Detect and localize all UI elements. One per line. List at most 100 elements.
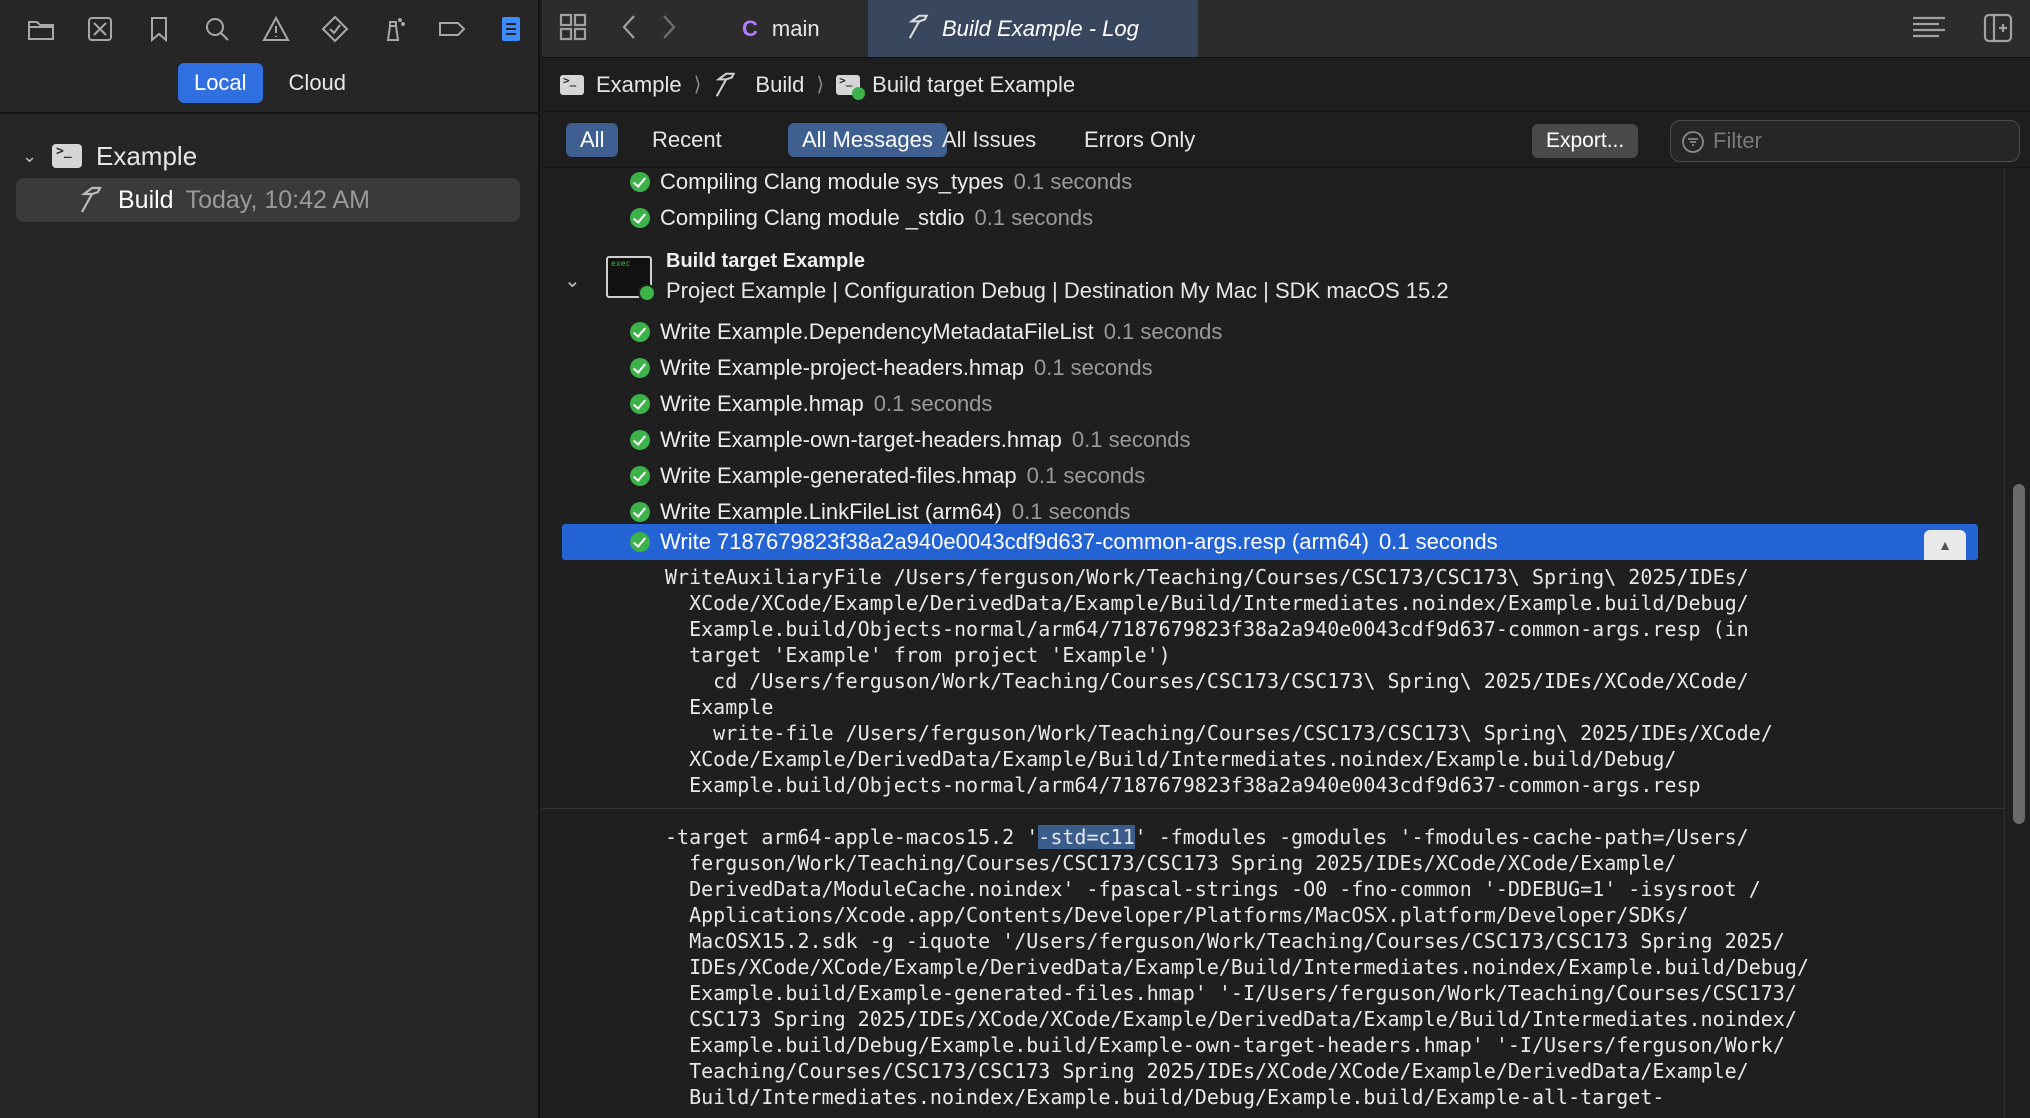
warning-icon[interactable] — [247, 0, 306, 58]
log-row-duration: 0.1 seconds — [1011, 499, 1131, 524]
log-filter-bar: All Recent All Messages All Issues Error… — [542, 112, 2030, 168]
args-rest: ' -fmodules -gmodules '-fmodules-cache-p… — [689, 825, 1809, 1109]
navigator-toolbar — [0, 0, 540, 58]
log-row[interactable]: Write Example-generated-files.hmap 0.1 se… — [542, 458, 2004, 494]
local-scope-button[interactable]: Local — [177, 63, 263, 103]
log-row-duration: 0.1 seconds — [1026, 463, 1146, 488]
jumpbar-target[interactable]: Build target Example — [836, 71, 1076, 100]
terminal-app-icon — [52, 144, 82, 168]
back-arrow-icon[interactable] — [620, 12, 640, 47]
log-row-text: Write 7187679823f38a2a940e0043cdf9d637-c… — [660, 529, 1369, 554]
target-icon — [836, 74, 866, 100]
collapse-transcript-button[interactable]: ▲ — [1924, 530, 1966, 560]
breakpoint-icon[interactable] — [423, 0, 482, 58]
hammer-icon — [908, 14, 929, 39]
build-log-content: Compiling Clang module sys_types 0.1 seco… — [542, 168, 2004, 1118]
jumpbar-build-label: Build — [755, 71, 805, 97]
chevron-down-icon[interactable]: ⌄ — [564, 268, 581, 293]
executable-target-icon — [606, 256, 656, 302]
log-row[interactable]: Write Example-project-headers.hmap 0.1 se… — [542, 350, 2004, 386]
tab-main[interactable]: C main — [742, 0, 820, 57]
log-row-text: Write Example-generated-files.hmap — [660, 463, 1017, 488]
filter-input[interactable] — [1713, 128, 2003, 154]
filter-field[interactable] — [1670, 120, 2020, 162]
jumpbar-build[interactable]: Build — [713, 70, 804, 100]
success-check-icon — [630, 394, 650, 414]
c-file-icon: C — [742, 15, 758, 41]
log-row-text: Compiling Clang module _stdio — [660, 205, 965, 230]
log-row-duration: 0.1 seconds — [974, 205, 1094, 230]
log-row-text: Write Example-own-target-headers.hmap — [660, 427, 1062, 452]
filter-recent-button[interactable]: Recent — [638, 123, 736, 157]
test-icon[interactable] — [305, 0, 364, 58]
success-check-icon — [630, 172, 650, 192]
navigator-divider — [0, 112, 540, 114]
filter-icon — [1682, 131, 1704, 153]
jumpbar-separator: ⟩ — [693, 74, 702, 96]
scope-segmented-control: Local Cloud — [0, 63, 540, 103]
build-target-title: Build target Example — [666, 250, 865, 272]
add-editor-icon[interactable] — [1982, 12, 2014, 49]
project-row[interactable]: ⌄ Example — [0, 136, 540, 176]
tab-build-log-label: Build Example - Log — [942, 15, 1139, 41]
filter-all-messages-button[interactable]: All Messages — [788, 123, 947, 157]
scrollbar-thumb[interactable] — [2013, 484, 2025, 824]
log-row-text: Compiling Clang module sys_types — [660, 169, 1004, 194]
log-row-duration: 0.1 seconds — [1071, 427, 1191, 452]
success-check-icon — [630, 358, 650, 378]
build-time: Today, 10:42 AM — [185, 185, 370, 214]
log-row-duration: 0.1 seconds — [1033, 355, 1153, 380]
log-row[interactable]: Write Example-own-target-headers.hmap 0.1… — [542, 422, 2004, 458]
report-tree: ⌄ Example — [0, 136, 540, 176]
log-row-text: Write Example.DependencyMetadataFileList — [660, 319, 1094, 344]
chevron-down-icon[interactable]: ⌄ — [22, 146, 42, 167]
log-row-text: Write Example-project-headers.hmap — [660, 355, 1024, 380]
filter-all-button[interactable]: All — [566, 123, 619, 157]
folder-icon[interactable] — [12, 0, 71, 58]
hammer-icon — [80, 186, 102, 213]
jumpbar-target-label: Build target Example — [872, 71, 1076, 97]
args-highlight: -std=c11 — [1038, 825, 1135, 849]
log-row-duration: 0.1 seconds — [873, 391, 993, 416]
editor-tab-bar: C main Build Example - Log — [542, 0, 2030, 58]
report-icon[interactable] — [481, 0, 540, 58]
success-check-icon — [630, 532, 650, 552]
source-control-icon[interactable] — [71, 0, 130, 58]
log-row-duration: 0.1 seconds — [1103, 319, 1223, 344]
filter-errors-only-button[interactable]: Errors Only — [1070, 123, 1209, 157]
build-report-row[interactable]: Build Today, 10:42 AM — [16, 178, 520, 222]
transcript-arguments: -target arm64-apple-macos15.2 '-std=c11'… — [542, 824, 2004, 1110]
build-label: Build — [118, 185, 174, 214]
args-prefix: -target arm64-apple-macos15.2 ' — [665, 825, 1039, 849]
success-check-icon — [630, 322, 650, 342]
navigator-panel: Local Cloud ⌄ Example Build Today, 10:42… — [0, 0, 540, 1118]
success-check-icon — [630, 502, 650, 522]
log-row[interactable]: Compiling Clang module _stdio 0.1 seconds — [542, 200, 2004, 236]
bookmark-icon[interactable] — [129, 0, 188, 58]
search-icon[interactable] — [188, 0, 247, 58]
debug-icon[interactable] — [364, 0, 423, 58]
jumpbar-project-label: Example — [596, 71, 682, 97]
hammer-icon — [715, 72, 736, 97]
jumpbar-separator: ⟩ — [816, 74, 825, 96]
tab-main-label: main — [771, 15, 820, 41]
terminal-app-icon — [560, 74, 584, 95]
log-scrollbar[interactable] — [2004, 168, 2030, 1118]
log-row[interactable]: Write Example.hmap 0.1 seconds — [542, 386, 2004, 422]
related-items-icon[interactable] — [558, 12, 588, 47]
forward-arrow-icon[interactable] — [658, 12, 678, 47]
editor-options-icon[interactable] — [1910, 12, 1948, 47]
export-button[interactable]: Export... — [1532, 124, 1639, 158]
log-row-duration: 0.1 seconds — [1378, 529, 1498, 554]
build-target-header[interactable]: ⌄ Build target Example Project Example |… — [542, 246, 2004, 318]
cloud-scope-button[interactable]: Cloud — [273, 63, 362, 103]
log-row-selected[interactable]: Write 7187679823f38a2a940e0043cdf9d637-c… — [562, 524, 1978, 560]
jumpbar-project[interactable]: Example — [560, 72, 682, 98]
filter-all-issues-button[interactable]: All Issues — [928, 123, 1050, 157]
success-check-icon — [630, 430, 650, 450]
log-row[interactable]: Compiling Clang module sys_types 0.1 seco… — [542, 168, 2004, 200]
log-row-duration: 0.1 seconds — [1013, 169, 1133, 194]
tab-build-log[interactable]: Build Example - Log — [868, 0, 1198, 57]
project-name: Example — [96, 140, 198, 171]
log-row[interactable]: Write Example.DependencyMetadataFileList… — [542, 314, 2004, 350]
